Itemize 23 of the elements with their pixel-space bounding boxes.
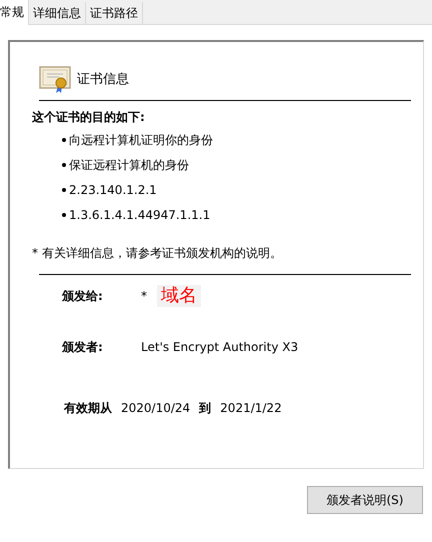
purpose-item: 保证远程计算机的身份: [69, 157, 189, 174]
field-value: *: [141, 288, 147, 305]
bullet-icon: [62, 163, 66, 167]
field-label: 到: [199, 400, 212, 417]
certificate-icon: [39, 66, 71, 94]
field-value: 2021/1/22: [220, 400, 282, 417]
bullet-icon: [62, 213, 66, 217]
field-label: 颁发者:: [62, 339, 104, 356]
note-text: * 有关详细信息，请参考证书颁发机构的说明。: [32, 245, 283, 262]
annotation-text: 域名: [157, 285, 201, 307]
field-value: Let's Encrypt Authority X3: [141, 339, 298, 356]
purpose-item: 2.23.140.1.2.1: [69, 182, 157, 199]
field-value: 2020/10/24: [121, 400, 190, 417]
section-heading: 证书信息: [77, 71, 129, 90]
purpose-item: 向远程计算机证明你的身份: [69, 132, 213, 149]
issuer-statement-button[interactable]: 颁发者说明(S): [307, 486, 423, 514]
purpose-title: 这个证书的目的如下:: [32, 109, 146, 126]
bullet-icon: [62, 188, 66, 192]
bullet-icon: [62, 138, 66, 142]
field-label: 颁发给:: [62, 288, 104, 305]
field-label: 有效期从: [64, 400, 112, 417]
purpose-item: 1.3.6.1.4.1.44947.1.1.1: [69, 207, 210, 224]
tab[interactable]: 常规: [0, 0, 29, 25]
